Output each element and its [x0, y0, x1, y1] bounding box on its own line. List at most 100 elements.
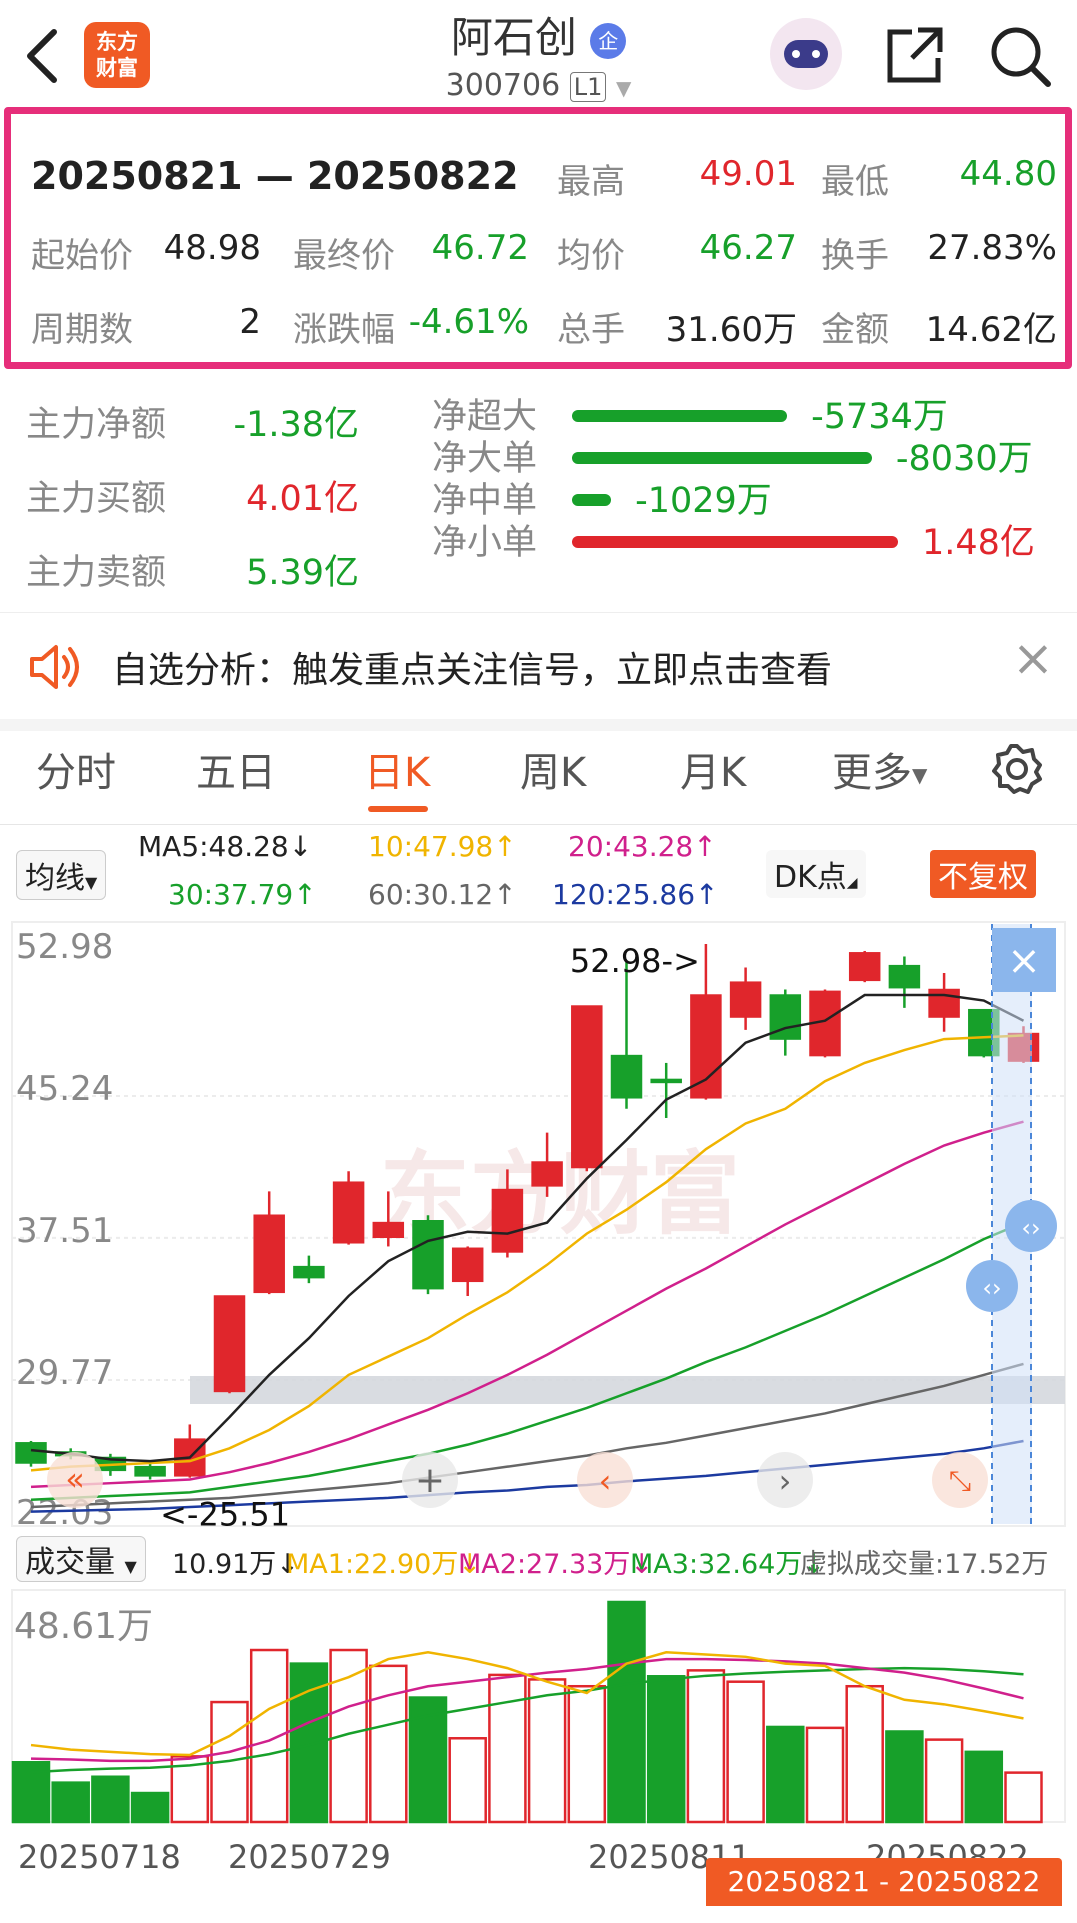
- volume-max-label: 48.61万: [14, 1606, 153, 1647]
- adjust-button[interactable]: 不复权: [930, 850, 1036, 898]
- enterprise-badge: 企: [590, 22, 627, 59]
- candle-body: [610, 1054, 643, 1099]
- candle-body: [848, 952, 881, 982]
- candle: [332, 1171, 365, 1245]
- candle-body: [412, 1220, 444, 1290]
- volume-chart[interactable]: 48.61万: [0, 1588, 1077, 1824]
- volume-bar: [726, 1680, 765, 1824]
- main-buy-label: 主力买额: [26, 479, 167, 519]
- close-selection-button[interactable]: ×: [992, 928, 1056, 992]
- tab-intraday[interactable]: 分时: [36, 740, 116, 798]
- candle: [769, 989, 802, 1056]
- volume-selector[interactable]: 成交量 ▼: [16, 1536, 146, 1582]
- tab-weekly-k[interactable]: 周K: [520, 740, 586, 798]
- avg-value: 46.27: [699, 228, 797, 268]
- open-value: 48.98: [163, 228, 261, 268]
- volume-bar: [607, 1600, 646, 1824]
- candle: [174, 1424, 206, 1478]
- main-sell-label: 主力卖额: [26, 553, 167, 593]
- volume-bar: [567, 1684, 607, 1824]
- scroll-right-button[interactable]: ›: [757, 1452, 813, 1508]
- x-label-1: 20250718: [18, 1838, 181, 1876]
- candle: [412, 1215, 444, 1295]
- drag-handle-right[interactable]: ‹›: [1005, 1200, 1057, 1252]
- candle-body: [650, 1078, 682, 1084]
- volume-ma1: MA1:22.90万↓: [286, 1549, 481, 1580]
- period-stats-panel: 20250821 — 20250822 最高 49.01 最低 44.80 起始…: [4, 107, 1072, 369]
- plus-icon: +: [415, 1460, 445, 1501]
- candle: [610, 961, 643, 1109]
- candle-body: [690, 994, 722, 1099]
- y-axis-label: 37.51: [16, 1211, 113, 1251]
- ma-selector[interactable]: 均线▼: [16, 850, 107, 900]
- close-selection-icon: ×: [1007, 938, 1041, 984]
- volume-bar: [845, 1684, 884, 1824]
- kline-chart[interactable]: 东方财富 52.9845.2437.5129.7722.03 × ‹› ‹› «…: [0, 920, 1077, 1530]
- search-icon[interactable]: [986, 22, 1054, 90]
- x-label-2: 20250729: [228, 1838, 391, 1876]
- tab-five-day[interactable]: 五日: [196, 740, 276, 798]
- amount-value: 14.62亿: [925, 310, 1057, 350]
- volume-bar: [686, 1669, 726, 1824]
- volume-bar: [964, 1750, 1004, 1824]
- candle-body: [571, 1005, 603, 1169]
- low-label: 最低: [821, 162, 889, 202]
- ma10-value: 10:47.98↑: [368, 830, 517, 863]
- flow-item-bar: [572, 494, 612, 506]
- chevron-right-icon: ›: [779, 1462, 792, 1500]
- expand-button[interactable]: ⤡: [932, 1452, 988, 1508]
- robot-assistant-icon[interactable]: [770, 18, 842, 90]
- volume-bar: [885, 1730, 924, 1824]
- dk-point-label: DK点: [774, 860, 847, 895]
- notice-text[interactable]: 自选分析：触发重点关注信号，立即点击查看: [112, 641, 832, 693]
- gear-icon[interactable]: [990, 742, 1044, 796]
- candle-body: [491, 1188, 524, 1253]
- volume-value: 31.60万: [665, 310, 797, 350]
- y-axis-label: 52.98: [16, 927, 113, 967]
- candle: [213, 1295, 246, 1394]
- high-marker: 52.98->: [570, 942, 700, 980]
- caret-down-icon: ▼: [85, 873, 98, 892]
- drag-handle-left[interactable]: ‹›: [966, 1260, 1018, 1312]
- y-axis-label: 29.77: [16, 1353, 113, 1393]
- candle: [293, 1255, 325, 1284]
- flow-item-bar: [572, 536, 898, 548]
- level-badge: L1: [569, 72, 607, 102]
- flow-item-label: 净小单: [432, 523, 538, 563]
- tab-active-indicator: [368, 806, 428, 812]
- share-icon[interactable]: [884, 24, 946, 86]
- scroll-left-button[interactable]: ‹: [577, 1452, 633, 1508]
- corner-arrow-icon: ◢: [846, 875, 858, 891]
- tab-daily-k[interactable]: 日K: [364, 740, 430, 798]
- candle-body: [213, 1295, 246, 1393]
- dk-point-button[interactable]: DK点◢: [766, 850, 866, 898]
- volume-bar: [448, 1737, 487, 1824]
- change-label: 涨跌幅: [293, 310, 395, 350]
- close-value: 46.72: [431, 228, 529, 268]
- ma10-line: [30, 1034, 1024, 1472]
- amount-label: 金额: [821, 310, 889, 350]
- tab-monthly-k[interactable]: 月K: [680, 740, 746, 798]
- close-icon[interactable]: ×: [1012, 629, 1054, 687]
- avg-label: 均价: [557, 236, 625, 276]
- tab-more[interactable]: 更多▼: [832, 740, 927, 798]
- candle-body: [531, 1161, 563, 1187]
- candle: [134, 1462, 166, 1480]
- drag-handle-right-icon: ‹›: [1021, 1214, 1040, 1242]
- crosshair-button[interactable]: +: [402, 1452, 458, 1508]
- count-value: 2: [239, 302, 261, 342]
- main-net-value: -1.38亿: [233, 405, 359, 445]
- flow-item-value: -8030万: [895, 439, 1033, 479]
- volume-bar: [91, 1775, 130, 1824]
- volume-bar: [527, 1678, 567, 1824]
- notice-banner[interactable]: 自选分析：触发重点关注信号，立即点击查看 ×: [0, 612, 1077, 731]
- volume-bar: [130, 1791, 170, 1824]
- volume-bar: [646, 1675, 686, 1824]
- flow-item-value: 1.48亿: [922, 523, 1035, 563]
- candle-body: [134, 1465, 166, 1477]
- scroll-left-fast-button[interactable]: «: [47, 1452, 103, 1508]
- caret-down-icon: ▼: [912, 763, 928, 787]
- candle: [848, 950, 881, 983]
- volume-current: 10.91万↓: [172, 1549, 299, 1580]
- turnover-value: 27.83%: [927, 228, 1057, 268]
